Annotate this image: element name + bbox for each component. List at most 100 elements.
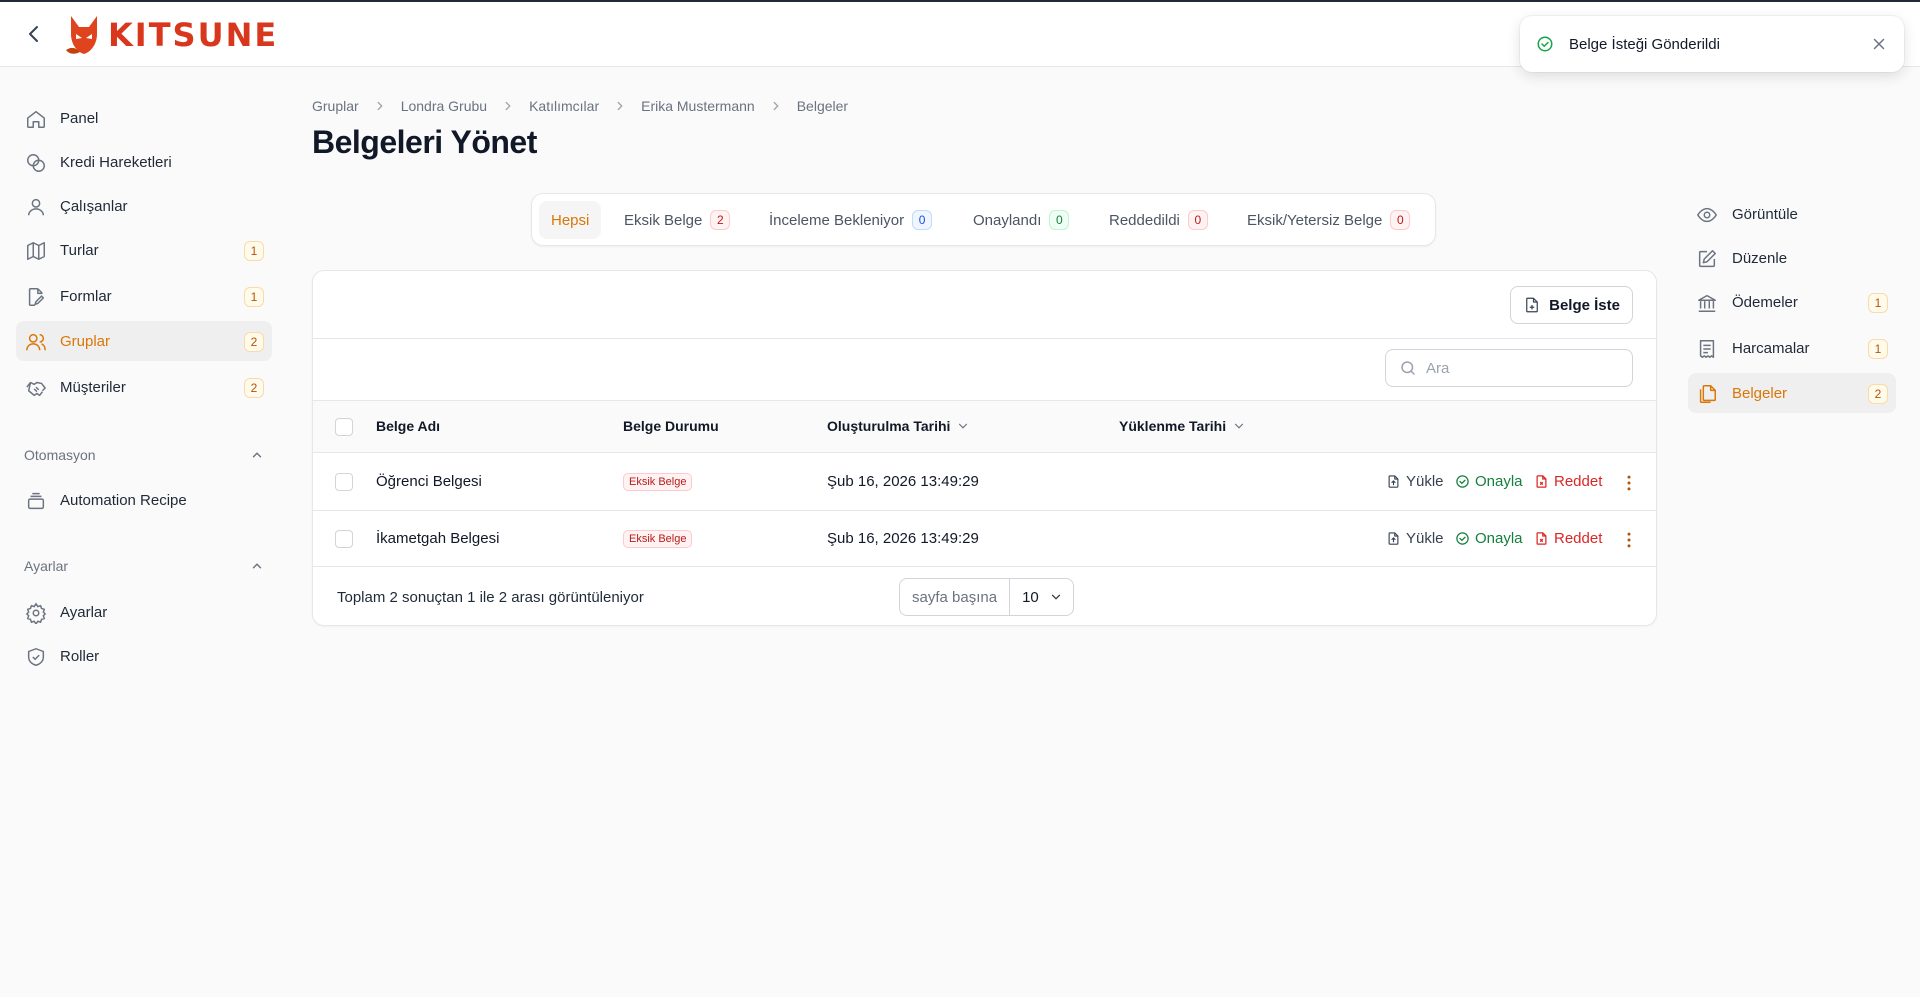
- coins-icon: [25, 152, 47, 174]
- sidebar-item-settings[interactable]: Ayarlar: [16, 592, 272, 632]
- sidebar-item-panel[interactable]: Panel: [16, 98, 272, 138]
- per-page-control: sayfa başına 10: [899, 578, 1074, 616]
- search-box[interactable]: [1385, 349, 1633, 387]
- created-date: Şub 16, 2026 13:49:29: [827, 473, 979, 490]
- reject-button[interactable]: Reddet: [1534, 530, 1602, 547]
- settings-section-toggle[interactable]: Ayarlar: [24, 558, 264, 574]
- sidebar-item-credit-transactions[interactable]: Kredi Hareketleri: [16, 142, 272, 182]
- subnav-item-label: Düzenle: [1732, 249, 1788, 267]
- tab-insufficient-document[interactable]: Eksik/Yetersiz Belge 0: [1235, 201, 1422, 239]
- reject-label: Reddet: [1554, 473, 1603, 490]
- receipt-icon: [1696, 338, 1718, 360]
- breadcrumb-item[interactable]: Erika Mustermann: [641, 98, 755, 114]
- request-document-label: Belge İste: [1549, 296, 1620, 314]
- status-badge: Eksik Belge: [623, 473, 693, 491]
- approve-button[interactable]: Onayla: [1455, 473, 1523, 490]
- chevron-down-icon: [959, 423, 968, 429]
- upload-button[interactable]: Yükle: [1386, 530, 1444, 547]
- automation-section-toggle[interactable]: Otomasyon: [24, 447, 264, 463]
- tab-count-badge: 0: [1049, 210, 1070, 230]
- status-tabs: Hepsi Eksik Belge 2 İnceleme Bekleniyor …: [531, 193, 1436, 246]
- sidebar-item-label: Automation Recipe: [60, 491, 187, 509]
- file-upload-icon: [1388, 475, 1399, 488]
- eye-icon: [1696, 204, 1718, 226]
- created-date: Şub 16, 2026 13:49:29: [827, 530, 979, 547]
- users-icon: [25, 331, 47, 353]
- tab-label: Eksik Belge: [624, 211, 703, 229]
- sidebar-item-label: Ayarlar: [60, 603, 108, 621]
- sidebar-item-label: Müşteriler: [60, 378, 126, 396]
- search-input[interactable]: [1426, 359, 1616, 377]
- subnav-item-edit[interactable]: Düzenle: [1688, 238, 1896, 278]
- count-badge: 2: [1868, 384, 1888, 404]
- bank-icon: [1696, 292, 1718, 314]
- breadcrumb-item[interactable]: Gruplar: [312, 98, 359, 114]
- sidebar-item-automation-recipe[interactable]: Automation Recipe: [16, 480, 272, 520]
- pencil-icon: [1696, 248, 1718, 270]
- more-vertical-icon[interactable]: [1619, 530, 1639, 550]
- per-page-value: 10: [1022, 588, 1039, 606]
- tab-missing-document[interactable]: Eksik Belge 2: [612, 201, 742, 239]
- divider: [313, 338, 1656, 339]
- count-badge: 1: [244, 241, 264, 261]
- chevron-right-icon: [373, 99, 387, 113]
- document-name: Öğrenci Belgesi: [376, 473, 482, 490]
- sidebar-item-groups[interactable]: Gruplar 2: [16, 321, 272, 361]
- sidebar-item-tours[interactable]: Turlar 1: [16, 230, 272, 270]
- fox-logo-icon: [66, 16, 97, 54]
- count-badge: 2: [244, 378, 264, 398]
- tab-awaiting-review[interactable]: İnceleme Bekleniyor 0: [757, 201, 944, 239]
- chevron-right-icon: [613, 99, 627, 113]
- tab-label: Hepsi: [551, 211, 590, 229]
- chevron-down-icon: [1235, 423, 1244, 429]
- kitsune-logo[interactable]: KITSUNE: [64, 14, 278, 56]
- shield-check-icon: [25, 646, 47, 668]
- subnav-item-view[interactable]: Görüntüle: [1688, 194, 1896, 234]
- table-row: Öğrenci Belgesi Eksik Belge Şub 16, 2026…: [313, 453, 1656, 510]
- table-header: Belge Adı Belge Durumu Oluşturulma Tarih…: [313, 401, 1656, 453]
- per-page-select[interactable]: 10: [1010, 579, 1073, 615]
- approve-button[interactable]: Onayla: [1455, 530, 1523, 547]
- sidebar-item-employees[interactable]: Çalışanlar: [16, 186, 272, 226]
- sidebar-item-customers[interactable]: Müşteriler 2: [16, 367, 272, 407]
- stack-icon: [25, 490, 47, 512]
- breadcrumb-item[interactable]: Katılımcılar: [529, 98, 599, 114]
- request-document-button[interactable]: Belge İste: [1510, 286, 1633, 324]
- column-header-created-date[interactable]: Oluşturulma Tarihi: [827, 418, 970, 434]
- column-header-label: Yüklenme Tarihi: [1119, 418, 1227, 434]
- breadcrumb-item[interactable]: Londra Grubu: [401, 98, 487, 114]
- tab-rejected[interactable]: Reddedildi 0: [1097, 201, 1220, 239]
- column-header-uploaded-date[interactable]: Yüklenme Tarihi: [1119, 418, 1246, 434]
- reject-button[interactable]: Reddet: [1534, 473, 1602, 490]
- upload-button[interactable]: Yükle: [1386, 473, 1444, 490]
- divider: [313, 566, 1656, 567]
- column-header-label: Oluşturulma Tarihi: [827, 418, 951, 434]
- subnav-item-expenses[interactable]: Harcamalar 1: [1688, 328, 1896, 368]
- sidebar-item-roles[interactable]: Roller: [16, 636, 272, 676]
- tab-approved[interactable]: Onaylandı 0: [961, 201, 1081, 239]
- subnav-item-label: Görüntüle: [1732, 205, 1798, 223]
- subnav-item-label: Harcamalar: [1732, 339, 1810, 357]
- close-icon[interactable]: [1870, 35, 1888, 53]
- document-name: İkametgah Belgesi: [376, 530, 500, 547]
- approve-label: Onayla: [1475, 473, 1523, 490]
- sidebar-item-label: Turlar: [60, 241, 99, 259]
- more-vertical-icon[interactable]: [1619, 473, 1639, 493]
- sidebar-item-label: Formlar: [60, 287, 112, 305]
- tab-label: Reddedildi: [1109, 211, 1180, 229]
- column-header-document-name: Belge Adı: [376, 418, 441, 434]
- select-all-checkbox[interactable]: [335, 418, 353, 436]
- breadcrumb: Gruplar Londra Grubu Katılımcılar Erika …: [312, 98, 848, 114]
- back-arrow-icon[interactable]: [22, 22, 46, 46]
- subnav-item-payments[interactable]: Ödemeler 1: [1688, 282, 1896, 322]
- tab-all[interactable]: Hepsi: [539, 201, 602, 239]
- file-upload-icon: [1388, 532, 1399, 545]
- count-badge: 1: [244, 287, 264, 307]
- form-edit-icon: [25, 286, 47, 308]
- subnav-item-documents[interactable]: Belgeler 2: [1688, 373, 1896, 413]
- sidebar-item-forms[interactable]: Formlar 1: [16, 276, 272, 316]
- row-checkbox[interactable]: [335, 530, 353, 548]
- tab-count-badge: 2: [710, 210, 731, 230]
- row-checkbox[interactable]: [335, 473, 353, 491]
- sidebar-item-label: Kredi Hareketleri: [60, 153, 172, 171]
